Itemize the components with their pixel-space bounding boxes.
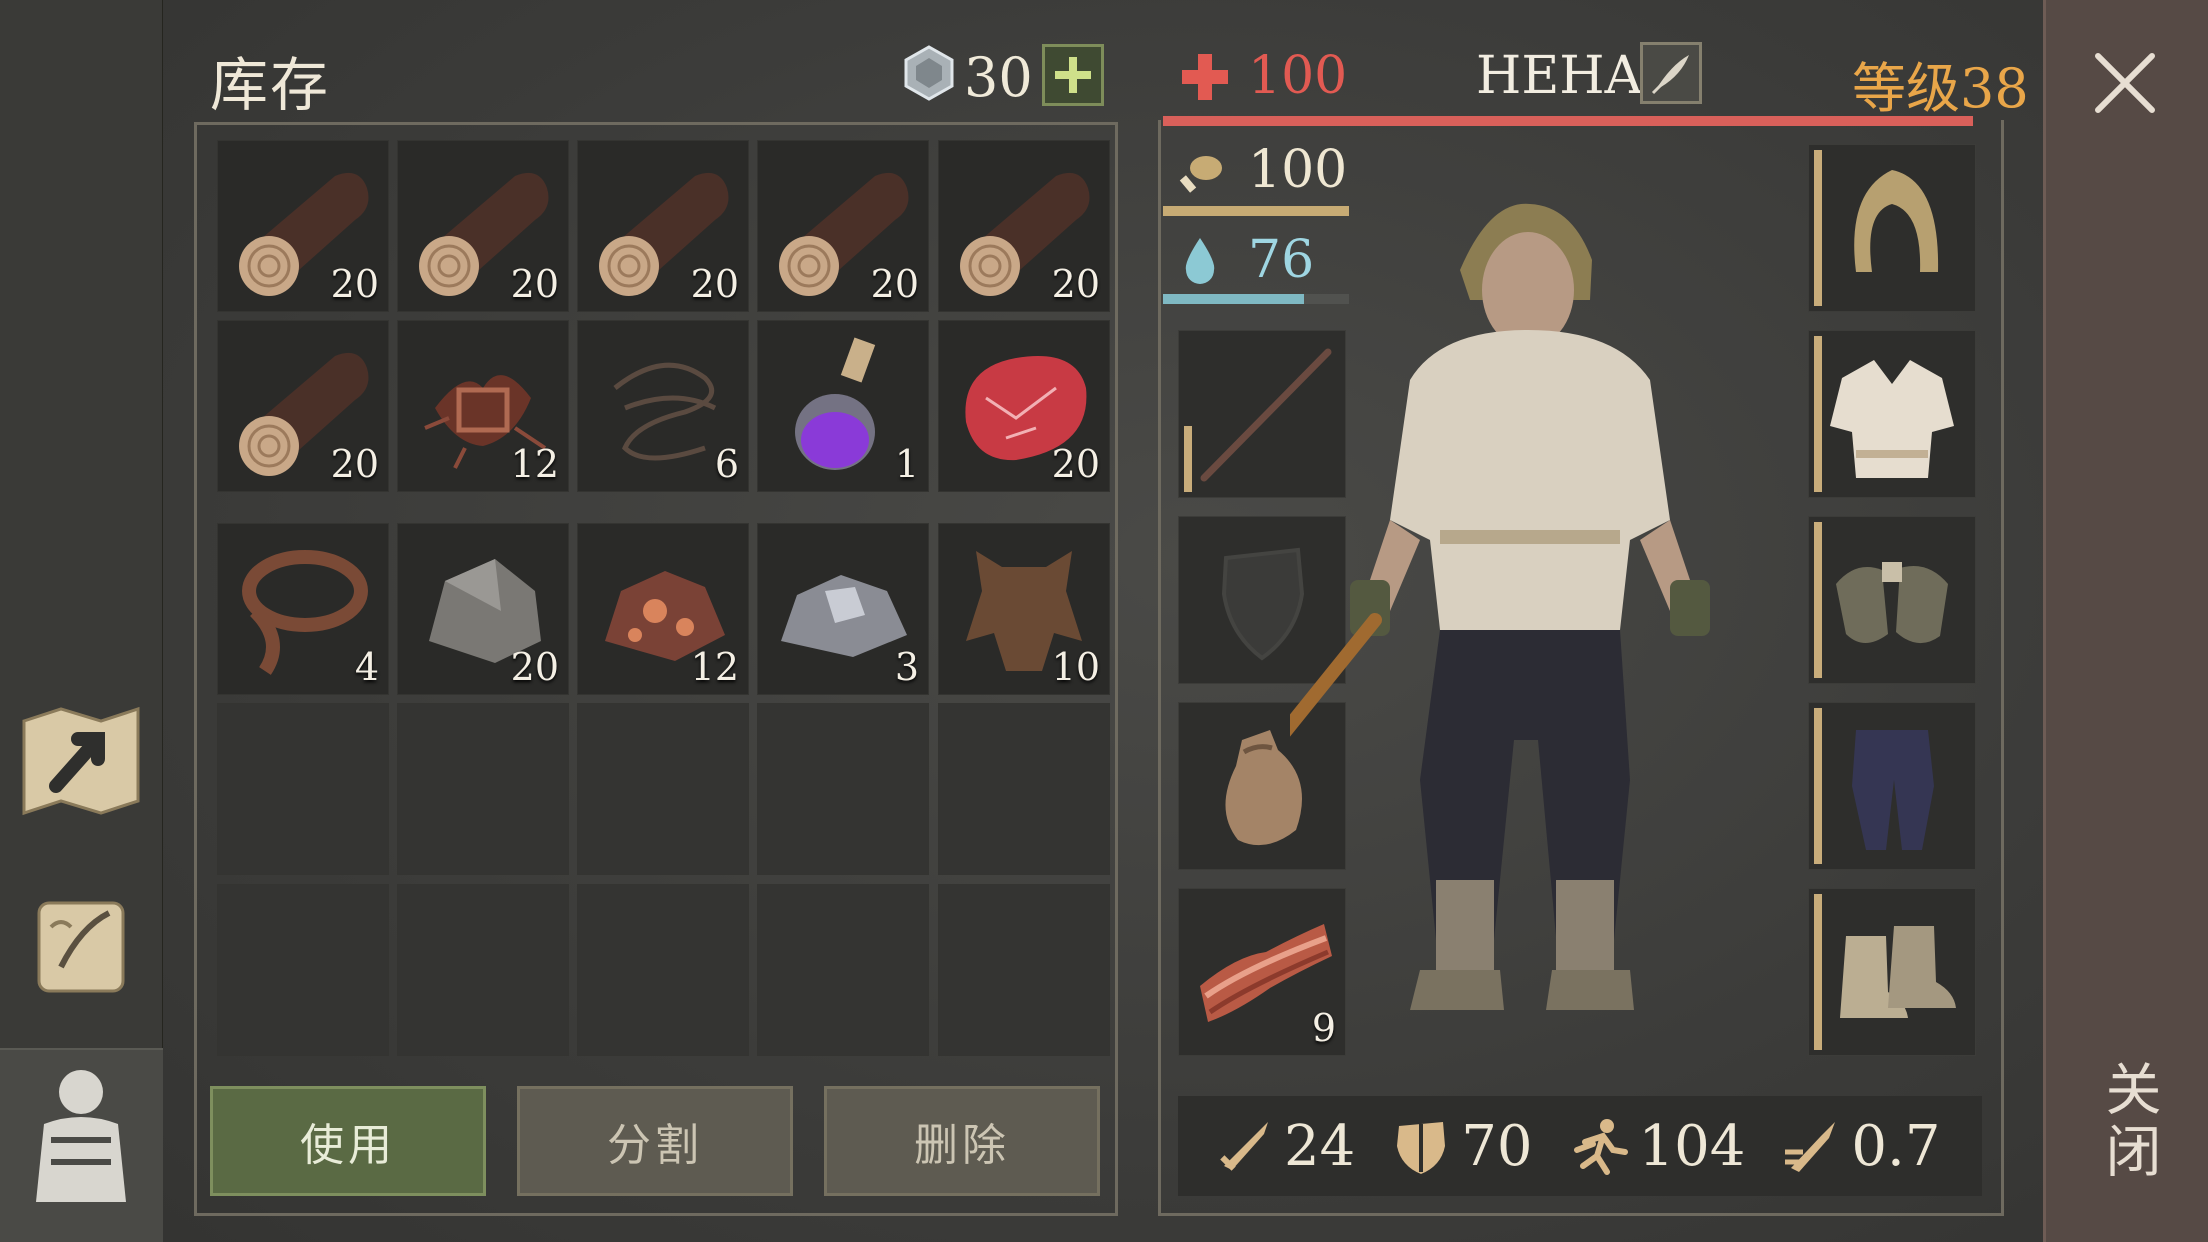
inventory-slot[interactable] xyxy=(217,703,389,875)
inventory-slot[interactable] xyxy=(757,703,929,875)
water-bar xyxy=(1163,294,1304,304)
inventory-slot[interactable]: 20 xyxy=(757,140,929,312)
map-icon[interactable] xyxy=(14,694,148,828)
use-button[interactable]: 使用 xyxy=(210,1086,486,1196)
slot-quantity: 20 xyxy=(510,262,559,306)
inventory-slot[interactable] xyxy=(397,703,569,875)
inventory-slot[interactable]: 4 xyxy=(217,523,389,695)
inventory-slot[interactable] xyxy=(938,703,1110,875)
inventory-slot[interactable]: 20 xyxy=(397,523,569,695)
defense-stat: 70 xyxy=(1391,1113,1533,1179)
inventory-slot[interactable]: 12 xyxy=(397,320,569,492)
attack-speed-icon xyxy=(1785,1122,1836,1172)
character-model xyxy=(1290,203,1710,1010)
quill-icon xyxy=(1651,55,1689,95)
split-button[interactable]: 分割 xyxy=(517,1086,793,1196)
speed-stat: 104 xyxy=(1569,1113,1746,1179)
inventory-slot[interactable]: 20 xyxy=(217,320,389,492)
close-icon[interactable] xyxy=(2090,48,2160,118)
pants-icon xyxy=(1852,730,1934,850)
inventory-slot[interactable] xyxy=(757,884,929,1056)
slot-quantity: 20 xyxy=(1051,262,1100,306)
slot-quantity: 3 xyxy=(894,645,919,689)
rename-button[interactable] xyxy=(1640,42,1702,104)
plus-icon xyxy=(1055,57,1091,93)
legs-slot[interactable] xyxy=(1808,702,1976,870)
character-icon[interactable] xyxy=(14,1070,148,1204)
slot-quantity: 6 xyxy=(714,442,739,486)
inventory-title: 库存 xyxy=(210,51,331,119)
inventory-slot[interactable]: 6 xyxy=(577,320,749,492)
slot-quantity: 12 xyxy=(510,442,559,486)
quest-scroll-icon[interactable] xyxy=(14,880,148,1014)
hands-slot[interactable] xyxy=(1808,516,1976,684)
slot-quantity: 20 xyxy=(330,262,379,306)
inventory-slot[interactable]: 20 xyxy=(938,140,1110,312)
health-value: 100 xyxy=(1248,46,1348,106)
inventory-slot[interactable]: 20 xyxy=(397,140,569,312)
chest-slot[interactable] xyxy=(1808,330,1976,498)
gem-count: 30 xyxy=(964,46,1033,109)
inventory-slot[interactable]: 20 xyxy=(577,140,749,312)
slot-quantity: 20 xyxy=(330,442,379,486)
feet-slot[interactable] xyxy=(1808,888,1976,1056)
shirt-icon xyxy=(1830,360,1954,478)
attack-value: 24 xyxy=(1284,1113,1356,1179)
inventory-slot[interactable] xyxy=(577,703,749,875)
add-gems-button[interactable] xyxy=(1042,44,1104,106)
inventory-slot[interactable] xyxy=(938,884,1110,1056)
close-label[interactable]: 关闭 xyxy=(2088,1060,2169,1184)
sword-icon xyxy=(1220,1122,1268,1171)
character-name: HEHA xyxy=(1476,46,1643,106)
inventory-slot[interactable]: 20 xyxy=(938,320,1110,492)
health-cross-icon xyxy=(1182,54,1228,100)
head-slot[interactable] xyxy=(1808,144,1976,312)
close-panel[interactable] xyxy=(2043,0,2208,1242)
gem-icon xyxy=(904,45,954,101)
speed-value: 104 xyxy=(1638,1113,1746,1179)
inventory-slot[interactable]: 1 xyxy=(757,320,929,492)
slot-quantity: 1 xyxy=(894,442,919,486)
slot-quantity: 20 xyxy=(690,262,739,306)
boots-icon xyxy=(1840,926,1956,1018)
attack-speed-stat: 0.7 xyxy=(1781,1114,1940,1179)
inventory-slot[interactable]: 12 xyxy=(577,523,749,695)
inventory-slot[interactable]: 3 xyxy=(757,523,929,695)
slot-quantity: 20 xyxy=(1051,442,1100,486)
water-drop-icon xyxy=(1185,238,1215,284)
defense-shield-icon xyxy=(1397,1122,1446,1174)
slot-quantity: 12 xyxy=(690,645,739,689)
inventory-slot[interactable]: 20 xyxy=(217,140,389,312)
inventory-slot[interactable] xyxy=(217,884,389,1056)
slot-quantity: 20 xyxy=(510,645,559,689)
hood-icon xyxy=(1854,170,1939,272)
level-label: 等级38 xyxy=(1852,57,2029,120)
slot-quantity: 20 xyxy=(870,262,919,306)
inventory-slot[interactable] xyxy=(577,884,749,1056)
running-man-icon xyxy=(1573,1119,1628,1175)
slot-quantity: 10 xyxy=(1051,645,1100,689)
stats-bar: 24 70 104 0.7 xyxy=(1178,1096,1982,1196)
delete-button[interactable]: 删除 xyxy=(824,1086,1100,1196)
gloves-icon xyxy=(1836,562,1948,644)
attack-speed-value: 0.7 xyxy=(1851,1113,1941,1179)
inventory-slot[interactable]: 10 xyxy=(938,523,1110,695)
slot-quantity: 4 xyxy=(354,645,379,689)
defense-value: 70 xyxy=(1461,1113,1533,1179)
inventory-slot[interactable] xyxy=(397,884,569,1056)
food-drumstick-icon xyxy=(1179,156,1222,193)
attack-stat: 24 xyxy=(1214,1114,1355,1179)
